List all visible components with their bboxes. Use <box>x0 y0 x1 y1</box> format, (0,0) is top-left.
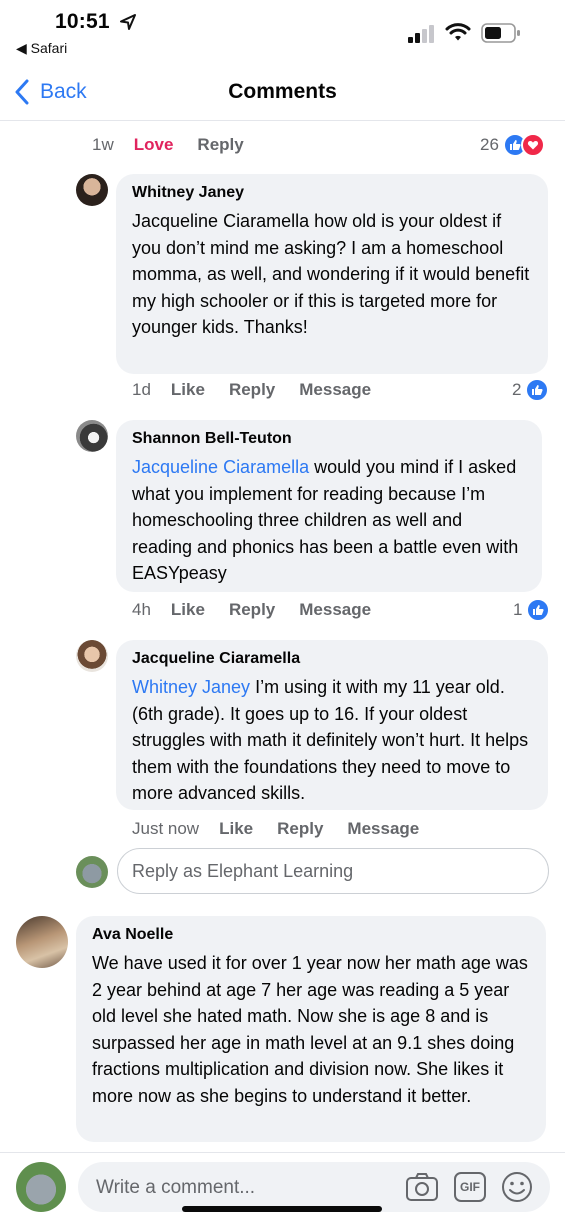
reply-button[interactable]: Reply <box>229 380 275 400</box>
reaction-summary[interactable]: 26 <box>480 133 545 157</box>
mention-link[interactable]: Jacqueline Ciaramella <box>132 457 309 477</box>
reply-button[interactable]: Reply <box>277 819 323 839</box>
gif-label: GIF <box>460 1180 480 1194</box>
reaction-count: 1 <box>513 600 523 619</box>
user-avatar <box>16 1162 66 1212</box>
mention-link[interactable]: Whitney Janey <box>132 677 250 697</box>
comment-author[interactable]: Jacqueline Ciaramella <box>132 650 532 668</box>
like-button[interactable]: Like <box>171 600 205 620</box>
emoji-icon[interactable] <box>500 1170 534 1204</box>
avatar-ava-noelle[interactable] <box>16 916 68 968</box>
comment-text: Jacqueline Ciaramella would you mind if … <box>132 454 526 587</box>
avatar-shannon-bell-teuton[interactable] <box>76 420 108 452</box>
comment-text: We have used it for over 1 year now her … <box>92 953 528 1106</box>
reaction-summary[interactable]: 2 <box>512 378 550 402</box>
comment-bubble: Ava Noelle We have used it for over 1 ye… <box>76 916 546 1142</box>
comment-timestamp: 1w <box>92 135 114 154</box>
wifi-icon <box>445 23 471 41</box>
page-avatar <box>76 856 108 888</box>
like-button[interactable]: Like <box>219 819 253 839</box>
comment-bubble: Whitney Janey Jacqueline Ciaramella how … <box>116 174 548 374</box>
message-button[interactable]: Message <box>299 600 371 620</box>
comment-bubble: Jacqueline Ciaramella Whitney Janey I’m … <box>116 640 548 810</box>
love-icon <box>520 133 545 157</box>
like-icon <box>526 598 551 622</box>
reply-button[interactable]: Reply <box>229 600 275 620</box>
comment-actions: 1d Like Reply Message <box>132 380 395 400</box>
comment-author[interactable]: Shannon Bell-Teuton <box>132 430 526 448</box>
comment-bubble: Shannon Bell-Teuton Jacqueline Ciaramell… <box>116 420 542 592</box>
back-to-safari-link[interactable]: ◀ Safari <box>16 40 67 57</box>
location-arrow-icon <box>120 14 136 30</box>
comment-author[interactable]: Ava Noelle <box>92 926 530 944</box>
reply-input[interactable]: Reply as Elephant Learning <box>117 848 549 894</box>
like-icon <box>525 378 550 402</box>
battery-icon <box>481 23 520 43</box>
comment-timestamp: Just now <box>132 819 200 838</box>
nav-divider <box>0 120 565 121</box>
like-button[interactable]: Like <box>171 380 205 400</box>
message-button[interactable]: Message <box>299 380 371 400</box>
parent-comment-actions: 1w Love Reply <box>92 135 268 155</box>
reaction-count: 26 <box>480 135 499 154</box>
reaction-summary[interactable]: 1 <box>513 598 551 622</box>
comment-author[interactable]: Whitney Janey <box>132 184 532 202</box>
comment-input-placeholder: Write a comment... <box>96 1177 256 1198</box>
cellular-signal-icon <box>408 25 434 43</box>
comment-timestamp: 1d <box>132 380 151 399</box>
love-reaction-button[interactable]: Love <box>134 135 174 155</box>
home-indicator <box>182 1206 382 1212</box>
message-button[interactable]: Message <box>347 819 419 839</box>
comment-actions: 4h Like Reply Message <box>132 600 395 620</box>
comment-text: Jacqueline Ciaramella how old is your ol… <box>132 211 530 337</box>
comment-actions: Just now Like Reply Message <box>132 819 443 839</box>
avatar-jacqueline-ciaramella[interactable] <box>76 640 108 672</box>
comment-timestamp: 4h <box>132 600 151 619</box>
page-title: Comments <box>228 80 337 103</box>
reaction-count: 2 <box>512 380 522 399</box>
gif-icon[interactable]: GIF <box>454 1172 486 1202</box>
comment-text: Whitney Janey I’m using it with my 11 ye… <box>132 674 532 807</box>
reply-input-placeholder: Reply as Elephant Learning <box>132 860 354 881</box>
camera-icon[interactable] <box>405 1170 439 1204</box>
avatar-whitney-janey[interactable] <box>76 174 108 206</box>
reply-button[interactable]: Reply <box>197 135 243 155</box>
status-time: 10:51 <box>55 10 110 33</box>
